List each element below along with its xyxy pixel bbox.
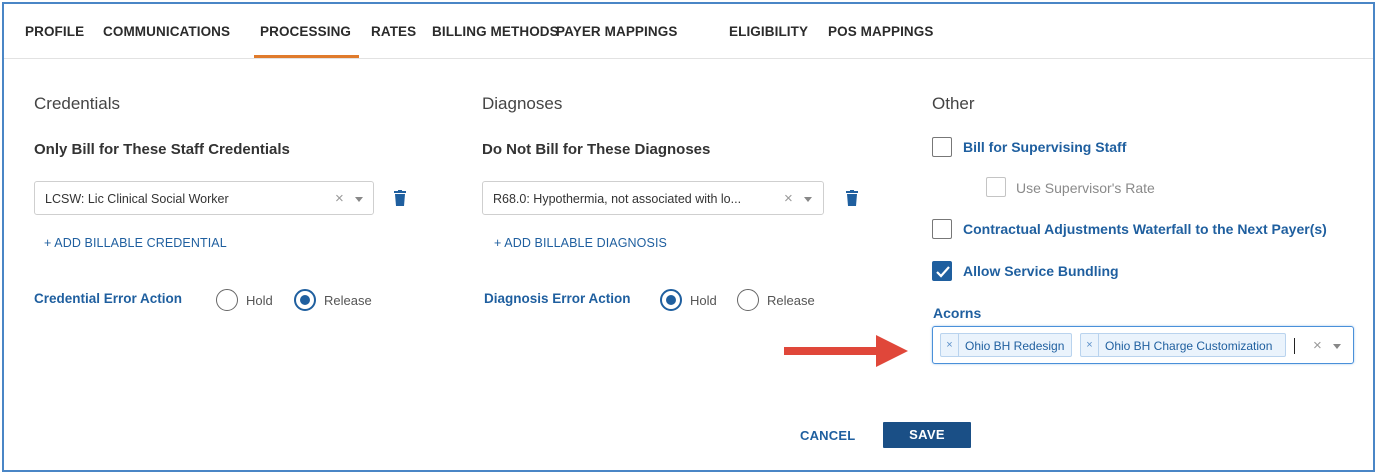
tab-billing-methods[interactable]: BILLING METHODS [432, 24, 559, 39]
settings-panel: PROFILE COMMUNICATIONS PROCESSING RATES … [2, 2, 1375, 472]
diagnoses-field-label: Do Not Bill for These Diagnoses [482, 141, 711, 158]
chevron-down-icon[interactable] [1333, 344, 1341, 349]
acorn-chip-label: Ohio BH Charge Customization [1105, 339, 1273, 353]
use-supervisor-rate-checkbox[interactable] [986, 177, 1006, 197]
acorn-chip: × Ohio BH Redesign [940, 333, 1072, 357]
allow-service-bundling-label: Allow Service Bundling [963, 263, 1119, 279]
red-arrow-icon [784, 335, 908, 367]
contractual-adjustments-label: Contractual Adjustments Waterfall to the… [963, 221, 1327, 237]
tab-profile[interactable]: PROFILE [25, 24, 84, 39]
credentials-section-title: Credentials [34, 94, 120, 113]
tab-eligibility[interactable]: ELIGIBILITY [729, 24, 808, 39]
tab-payer-mappings[interactable]: PAYER MAPPINGS [556, 24, 677, 39]
tab-processing[interactable]: PROCESSING [253, 24, 360, 58]
diagnosis-release-label: Release [767, 293, 815, 308]
credential-hold-label: Hold [246, 293, 273, 308]
bill-supervising-staff-checkbox[interactable] [932, 137, 952, 157]
diagnoses-section-title: Diagnoses [482, 94, 563, 113]
chip-remove-icon[interactable]: × [941, 334, 959, 356]
credential-error-action-label: Credential Error Action [34, 291, 183, 306]
bill-supervising-staff-label: Bill for Supervising Staff [963, 139, 1127, 155]
add-billable-diagnosis-link[interactable]: + ADD BILLABLE DIAGNOSIS [494, 236, 667, 250]
clear-icon[interactable]: × [335, 190, 344, 207]
chevron-down-icon[interactable] [355, 197, 363, 202]
tab-rates[interactable]: RATES [371, 24, 416, 39]
chevron-down-icon[interactable] [804, 197, 812, 202]
diagnosis-error-action-label: Diagnosis Error Action [484, 291, 631, 306]
credentials-field-label: Only Bill for These Staff Credentials [34, 141, 290, 158]
cancel-button[interactable]: CANCEL [800, 428, 855, 443]
acorn-chip-label: Ohio BH Redesign [965, 339, 1065, 353]
other-section-title: Other [932, 94, 975, 113]
chip-remove-icon[interactable]: × [1081, 334, 1099, 356]
save-button[interactable]: SAVE [883, 422, 971, 448]
diagnosis-select[interactable]: R68.0: Hypothermia, not associated with … [482, 181, 824, 215]
tab-communications[interactable]: COMMUNICATIONS [103, 24, 230, 39]
credential-release-label: Release [324, 293, 372, 308]
diagnosis-hold-label: Hold [690, 293, 717, 308]
contractual-adjustments-checkbox[interactable] [932, 219, 952, 239]
clear-icon[interactable]: × [1313, 337, 1322, 354]
use-supervisor-rate-label: Use Supervisor's Rate [1016, 180, 1155, 196]
check-icon [936, 266, 950, 278]
credential-select-value: LCSW: Lic Clinical Social Worker [45, 192, 229, 206]
diagnosis-release-radio[interactable] [737, 289, 759, 311]
credential-select[interactable]: LCSW: Lic Clinical Social Worker × [34, 181, 374, 215]
diagnosis-select-value: R68.0: Hypothermia, not associated with … [493, 192, 742, 206]
trash-icon[interactable] [846, 190, 858, 206]
allow-service-bundling-checkbox[interactable] [932, 261, 952, 281]
acorns-multiselect[interactable]: × Ohio BH Redesign × Ohio BH Charge Cust… [932, 326, 1354, 364]
add-billable-credential-link[interactable]: + ADD BILLABLE CREDENTIAL [44, 236, 227, 250]
credential-release-radio[interactable] [294, 289, 316, 311]
credential-hold-radio[interactable] [216, 289, 238, 311]
trash-icon[interactable] [394, 190, 406, 206]
text-cursor [1294, 338, 1295, 354]
clear-icon[interactable]: × [784, 190, 793, 207]
acorns-label: Acorns [933, 305, 982, 321]
tab-pos-mappings[interactable]: POS MAPPINGS [828, 24, 933, 39]
tab-bar: PROFILE COMMUNICATIONS PROCESSING RATES … [4, 4, 1373, 59]
diagnosis-hold-radio[interactable] [660, 289, 682, 311]
acorn-chip: × Ohio BH Charge Customization [1080, 333, 1286, 357]
